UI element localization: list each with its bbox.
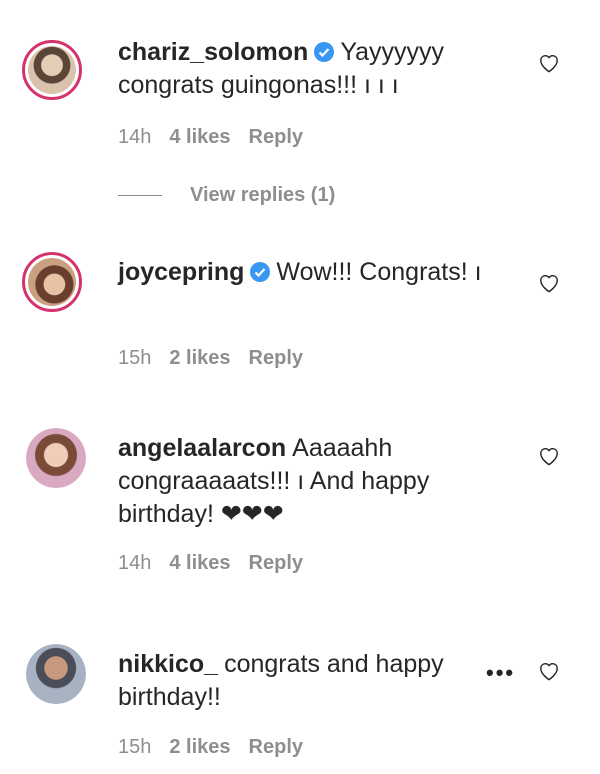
ellipsis-icon[interactable]: ••• <box>486 660 515 686</box>
comment-meta: 14h 4 likes Reply <box>118 126 321 149</box>
comment-text-block: joycepring Wow!!! Congrats! ı <box>118 256 488 289</box>
avatar[interactable] <box>22 252 82 312</box>
comment-time: 15h <box>118 347 152 369</box>
avatar-photo <box>28 258 76 306</box>
comment-text-block: angelaalarcon Aaaaahh congraaaaats!!! ı A… <box>118 432 488 531</box>
heart-outline-icon[interactable] <box>538 273 560 293</box>
comment-username[interactable]: nikkico_ <box>118 650 218 678</box>
reply-button[interactable]: Reply <box>249 736 303 758</box>
heart-outline-icon[interactable] <box>538 446 560 466</box>
comment-body: Wow!!! Congrats! ı <box>276 258 482 286</box>
view-replies-label: View replies (1) <box>190 184 336 206</box>
comment-likes[interactable]: 2 likes <box>169 736 230 758</box>
comment-username[interactable]: chariz_solomon <box>118 38 308 66</box>
reply-button[interactable]: Reply <box>249 126 303 148</box>
comment-meta: 15h 2 likes Reply <box>118 736 321 759</box>
avatar-photo <box>26 644 86 704</box>
comment-username[interactable]: joycepring <box>118 258 244 286</box>
heart-outline-icon[interactable] <box>538 53 560 73</box>
divider-line <box>118 195 162 196</box>
avatar[interactable] <box>26 428 86 488</box>
reply-button[interactable]: Reply <box>249 347 303 369</box>
comment-text-block: chariz_solomon Yayyyyyy congrats guingona… <box>118 36 488 102</box>
avatar[interactable] <box>22 40 82 100</box>
avatar[interactable] <box>26 644 86 704</box>
comment-time: 15h <box>118 736 152 758</box>
reply-button[interactable]: Reply <box>249 552 303 574</box>
avatar-photo <box>26 428 86 488</box>
view-replies-button[interactable]: View replies (1) <box>118 184 335 207</box>
comment-text-block: nikkico_ congrats and happy birthday!! <box>118 648 488 714</box>
comment-meta: 14h 4 likes Reply <box>118 552 321 575</box>
verified-badge-icon <box>314 42 335 62</box>
comment-time: 14h <box>118 552 152 574</box>
avatar-photo <box>28 46 76 94</box>
comment-time: 14h <box>118 126 152 148</box>
comment-likes[interactable]: 4 likes <box>169 126 230 148</box>
comment-meta: 15h 2 likes Reply <box>118 347 321 370</box>
verified-badge-icon <box>250 262 271 282</box>
comment-likes[interactable]: 4 likes <box>169 552 230 574</box>
heart-outline-icon[interactable] <box>538 661 560 681</box>
comment-likes[interactable]: 2 likes <box>169 347 230 369</box>
comment-username[interactable]: angelaalarcon <box>118 434 286 462</box>
